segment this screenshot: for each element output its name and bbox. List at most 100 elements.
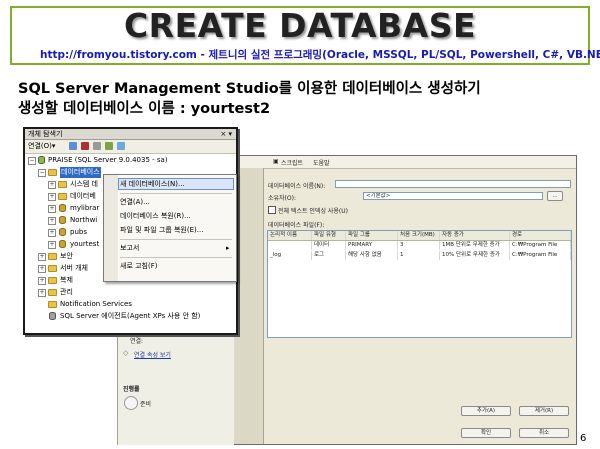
grid-cell: 해당 사항 없음 (346, 251, 398, 260)
connection-icon: ◇ (123, 349, 129, 357)
collapse-icon[interactable]: − (28, 157, 36, 165)
folder-icon (48, 277, 57, 284)
grid-header-cell: 경로 (510, 231, 571, 240)
filter-icon[interactable] (105, 142, 113, 150)
dialog-toolbar: ▣ 스크립트 도움말 (233, 156, 576, 169)
menu-item-reports[interactable]: 보고서 (120, 242, 232, 254)
connection-props-link[interactable]: 연결 속성 보기 (134, 350, 171, 359)
dialog-status-pane: 연결: ◇ 연결 속성 보기 진행률 준비 (117, 322, 234, 445)
add-file-button[interactable]: 추가(A) (461, 406, 511, 416)
remove-file-button[interactable]: 제거(R) (519, 406, 569, 416)
tree-item-label: SQL Server 에이전트(Agent XPs 사용 안 함) (60, 312, 201, 320)
db-name-input[interactable] (335, 180, 571, 188)
menu-item-refresh[interactable]: 새로 고침(F) (120, 260, 232, 272)
grid-cell: 로그 (312, 251, 346, 260)
menu-separator (120, 239, 232, 240)
expand-icon[interactable]: + (38, 253, 46, 261)
db-files-label: 데이터베이스 파일(F): (268, 222, 325, 229)
grid-cell: 데이터 (312, 241, 346, 250)
slide-title: CREATE DATABASE (123, 6, 477, 45)
database-icon (59, 228, 66, 236)
owner-input[interactable]: <기본값> (363, 192, 543, 200)
tree-item-label: yourtest (70, 240, 100, 248)
progress-indicator-icon (124, 396, 138, 410)
expand-icon[interactable]: + (38, 277, 46, 285)
owner-browse-button[interactable]: ... (547, 191, 563, 201)
agent-icon (49, 312, 56, 320)
menu-item-restore-database[interactable]: 데이터베이스 복원(R)... (120, 210, 232, 222)
explorer-title: 개체 탐색기 (28, 130, 63, 138)
fulltext-checkbox[interactable] (268, 206, 276, 214)
tree-item-label: pubs (70, 228, 87, 236)
tree-item-label: Notification Services (60, 300, 132, 308)
menu-item-attach[interactable]: 연결(A)... (120, 196, 232, 208)
close-icon[interactable]: × ▾ (220, 129, 232, 140)
new-database-dialog: ▣ 스크립트 도움말 데이터베이스 이름(N): 소유자(O): <기본값> .… (232, 155, 577, 445)
tree-item-label: Northwi (70, 216, 98, 224)
context-menu: 새 데이터베이스(N)... 연결(A)... 데이터베이스 복원(R)... … (103, 174, 237, 282)
expand-icon[interactable]: + (48, 241, 56, 249)
expand-icon[interactable]: + (38, 265, 46, 273)
table-row[interactable]: _log 로그 해당 사항 없음 1 10% 단위로 무제한 증가 C:₩Pro… (268, 251, 571, 260)
expand-icon[interactable]: + (48, 193, 56, 201)
toolbar-help[interactable]: 도움말 (313, 158, 330, 167)
grid-header-cell: 파일 유형 (312, 231, 346, 240)
database-icon (59, 204, 66, 212)
menu-gutter (104, 175, 118, 281)
slide-heading: SQL Server Management Studio를 이용한 데이터베이스… (18, 81, 481, 97)
menu-separator (120, 193, 232, 194)
disconnect-icon[interactable] (81, 142, 89, 150)
grid-cell[interactable]: 3 (398, 241, 440, 250)
connection-label: 연결: (130, 338, 144, 345)
script-icon[interactable]: ▣ (273, 158, 279, 165)
progress-label: 진행률 (123, 386, 140, 393)
tree-item-label: 데이터베 (70, 192, 96, 200)
page-number: 6 (580, 433, 587, 444)
grid-cell[interactable]: _log (268, 251, 312, 260)
owner-label: 소유자(O): (268, 195, 296, 202)
menu-separator (120, 257, 232, 258)
grid-cell[interactable]: 1 (398, 251, 440, 260)
grid-cell[interactable]: C:₩Program File (510, 251, 571, 260)
ok-button[interactable]: 확인 (461, 428, 511, 438)
tree-item-label: 복제 (60, 276, 73, 284)
toolbar-script[interactable]: 스크립트 (281, 158, 303, 167)
menu-item-new-database[interactable]: 새 데이터베이스(N)... (120, 178, 232, 190)
folder-icon (48, 265, 57, 272)
stop-icon[interactable] (93, 142, 101, 150)
grid-header-row: 논리적 이름 파일 유형 파일 그룹 처음 크기(MB) 자동 증가 경로 (268, 231, 571, 241)
grid-header-cell: 논리적 이름 (268, 231, 312, 240)
expand-icon[interactable]: + (48, 217, 56, 225)
database-icon (59, 240, 66, 248)
connect-dropdown[interactable]: 연결(O)▾ (28, 141, 55, 151)
tree-item-label: PRAISE (SQL Server 9.0.4035 - sa) (48, 156, 168, 164)
db-name-label: 데이터베이스 이름(N): (268, 183, 326, 190)
table-row[interactable]: 데이터 PRIMARY 3 1MB 단위로 무제한 증가 C:₩Program … (268, 241, 571, 250)
ready-label: 준비 (140, 401, 152, 408)
folder-icon (48, 301, 57, 308)
grid-header-cell: 처음 크기(MB) (398, 231, 440, 240)
grid-cell[interactable]: 10% 단위로 무제한 증가 (440, 251, 510, 260)
cancel-button[interactable]: 취소 (519, 428, 569, 438)
explorer-toolbar: 연결(O)▾ (25, 140, 236, 154)
slide-subheading: 생성할 데이터베이스 이름 : yourtest2 (18, 101, 271, 117)
tree-item-label: 데이터베이스 (60, 167, 101, 178)
expand-icon[interactable]: + (38, 289, 46, 297)
expand-icon[interactable]: + (48, 181, 56, 189)
folder-icon (48, 169, 57, 176)
menu-item-restore-files[interactable]: 파일 및 파일 그룹 복원(E)... (120, 224, 232, 236)
collapse-icon[interactable]: − (38, 169, 46, 177)
db-files-grid[interactable]: 논리적 이름 파일 유형 파일 그룹 처음 크기(MB) 자동 증가 경로 데이… (267, 230, 572, 338)
expand-icon[interactable]: + (48, 205, 56, 213)
grid-cell[interactable] (268, 241, 312, 250)
expand-icon[interactable]: + (48, 229, 56, 237)
slide-subtitle: http://fromyou.tistory.com - 제트니의 실전 프로그… (40, 49, 600, 61)
connect-icon[interactable] (69, 142, 77, 150)
grid-cell[interactable]: PRIMARY (346, 241, 398, 250)
tree-item-label: mylibrar (70, 204, 100, 212)
tree-item-label: 관리 (60, 288, 73, 296)
grid-cell[interactable]: 1MB 단위로 무제한 증가 (440, 241, 510, 250)
grid-cell[interactable]: C:₩Program File (510, 241, 571, 250)
folder-icon (48, 289, 57, 296)
refresh-icon[interactable] (117, 142, 125, 150)
